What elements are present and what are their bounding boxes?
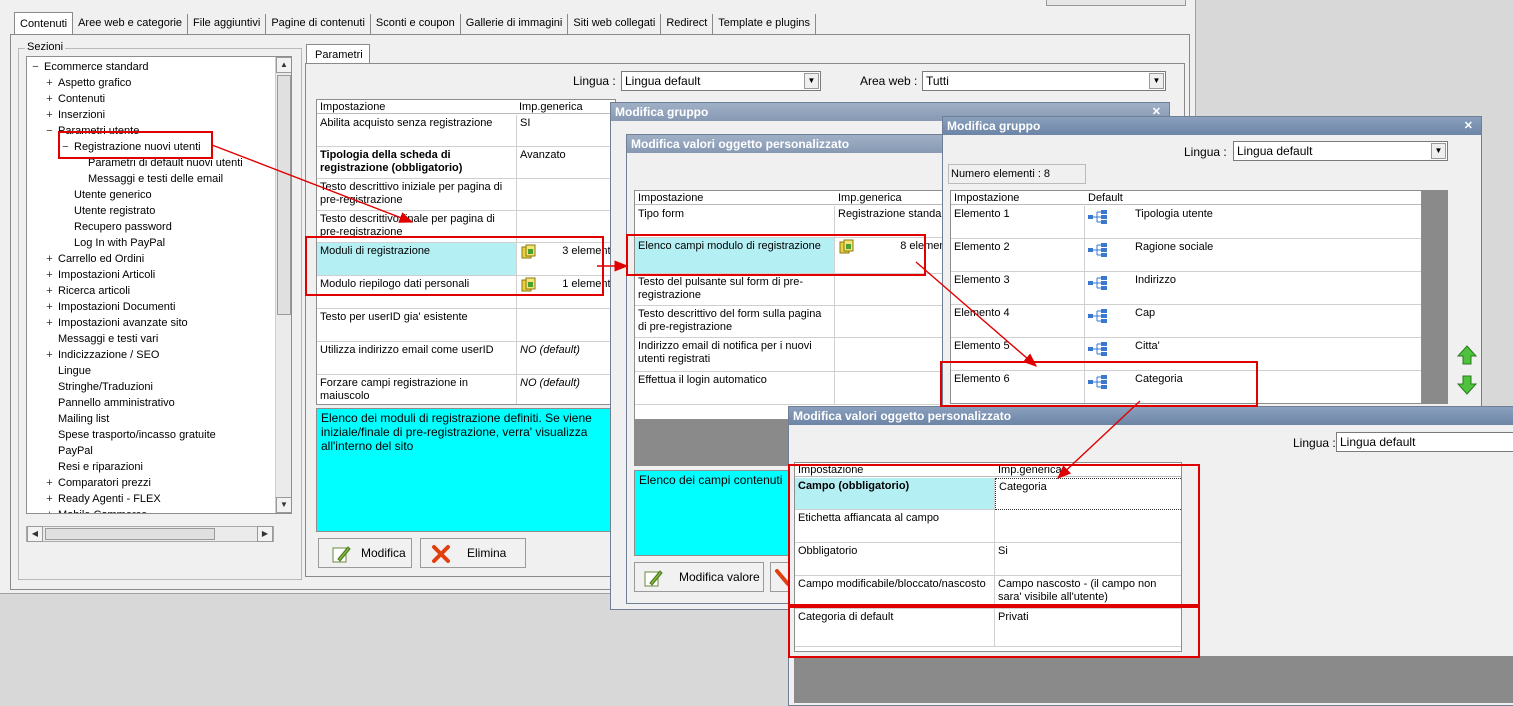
annotation-arrows xyxy=(211,144,1141,479)
